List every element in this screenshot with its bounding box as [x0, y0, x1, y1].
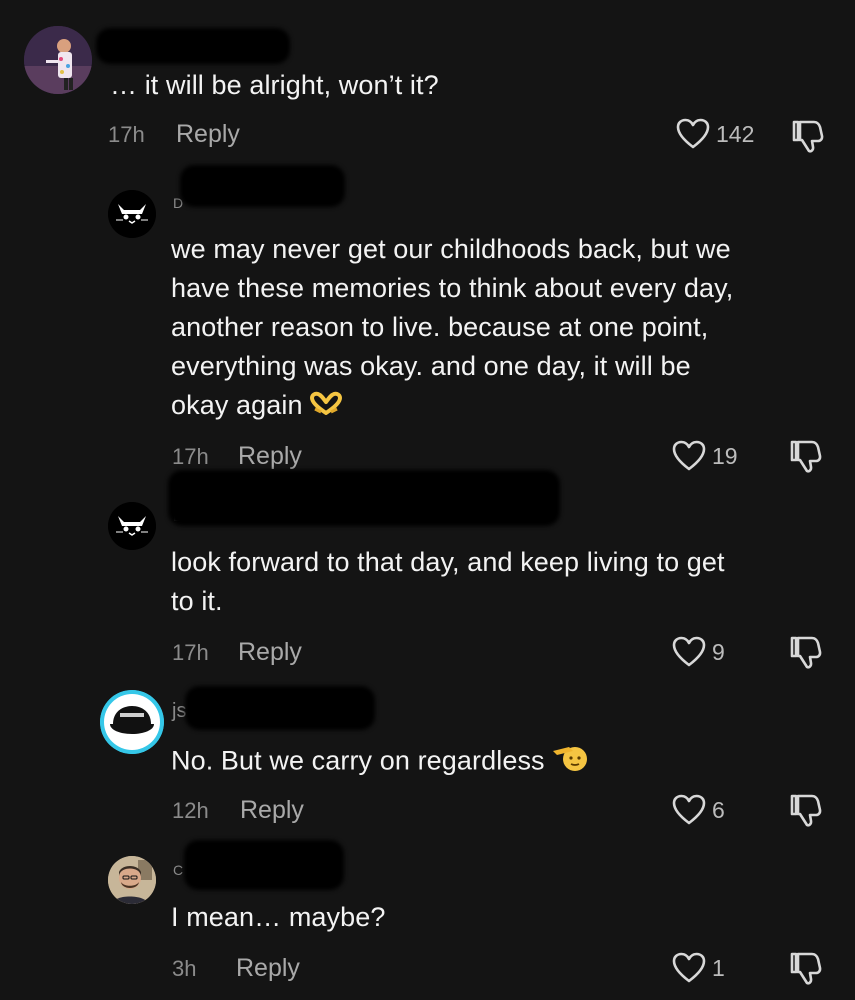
like-count: 19: [712, 442, 738, 469]
text-line-last: okay again: [171, 386, 733, 426]
cap-avatar-icon: [100, 690, 164, 754]
reply-button[interactable]: Reply: [238, 442, 302, 471]
person-avatar-icon: [108, 856, 156, 904]
heart-outline-icon: [672, 636, 706, 667]
comment-text: we may never get our childhoods back, bu…: [171, 230, 733, 426]
thumbs-down-icon: [790, 794, 822, 827]
avatar[interactable]: [108, 856, 156, 904]
dislike-button[interactable]: [788, 950, 824, 991]
text-line: okay again: [171, 390, 303, 420]
heart-outline-icon: [672, 440, 706, 471]
text-line: another reason to live. because at one p…: [171, 312, 709, 342]
heart-outline-icon: [672, 794, 706, 825]
avatar[interactable]: [108, 190, 156, 238]
saluting-face-emoji: [551, 741, 589, 784]
comment-text: No. But we carry on regardless: [171, 741, 589, 784]
avatar[interactable]: [24, 26, 92, 94]
reply-button[interactable]: Reply: [176, 120, 240, 149]
dislike-button[interactable]: [788, 792, 824, 833]
cat-avatar-icon: [108, 190, 156, 238]
comment-time: 17h: [172, 444, 209, 469]
thumbs-down-icon: [790, 952, 822, 985]
thumbs-down-icon: [792, 120, 824, 153]
text-line: everything was okay. and one day, it wil…: [171, 351, 691, 381]
like-button[interactable]: 142: [676, 118, 754, 150]
like-count: 9: [712, 638, 725, 665]
thumbs-down-icon: [790, 636, 822, 669]
like-button[interactable]: 1: [672, 952, 725, 984]
like-button[interactable]: 6: [672, 794, 725, 826]
redacted-username: [185, 686, 375, 730]
thumbs-down-icon: [790, 440, 822, 473]
text-line: have these memories to think about every…: [171, 273, 734, 303]
cat-avatar-icon: [108, 502, 156, 550]
like-button[interactable]: 19: [672, 440, 738, 472]
comment-time: 3h: [172, 956, 197, 981]
text-line: we may never get our childhoods back, bu…: [171, 234, 731, 264]
text-line: look forward to that day, and keep livin…: [171, 547, 725, 577]
avatar[interactable]: [100, 690, 164, 754]
redacted-username: [180, 165, 345, 207]
heart-hands-emoji: [309, 387, 343, 426]
comment-time: 12h: [172, 798, 209, 823]
heart-outline-icon: [676, 118, 710, 149]
reply-button[interactable]: Reply: [236, 954, 300, 983]
dislike-button[interactable]: [788, 438, 824, 479]
comment-text: I mean… maybe?: [171, 902, 386, 932]
like-count: 142: [716, 120, 755, 147]
reply-button[interactable]: Reply: [238, 638, 302, 667]
redacted-username: [184, 840, 344, 890]
comment-text: look forward to that day, and keep livin…: [171, 543, 725, 621]
heart-outline-icon: [672, 952, 706, 983]
comment-text: … it will be alright, won’t it?: [110, 70, 439, 100]
redacted-username: [168, 470, 560, 526]
dislike-button[interactable]: [790, 118, 826, 159]
text-line: No. But we carry on regardless: [171, 745, 545, 776]
reply-button[interactable]: Reply: [240, 796, 304, 825]
comment-time: 17h: [108, 122, 145, 147]
text-line: to it.: [171, 586, 223, 616]
comment-time: 17h: [172, 640, 209, 665]
username-stub: C: [173, 862, 184, 878]
like-count: 6: [712, 796, 725, 823]
redacted-username: [96, 28, 290, 64]
avatar-image: [24, 26, 92, 94]
like-count: 1: [712, 954, 725, 981]
dislike-button[interactable]: [788, 634, 824, 675]
avatar[interactable]: [108, 502, 156, 550]
like-button[interactable]: 9: [672, 636, 725, 668]
comment-1: … it will be alright, won’t it? 17h Repl…: [0, 0, 855, 170]
